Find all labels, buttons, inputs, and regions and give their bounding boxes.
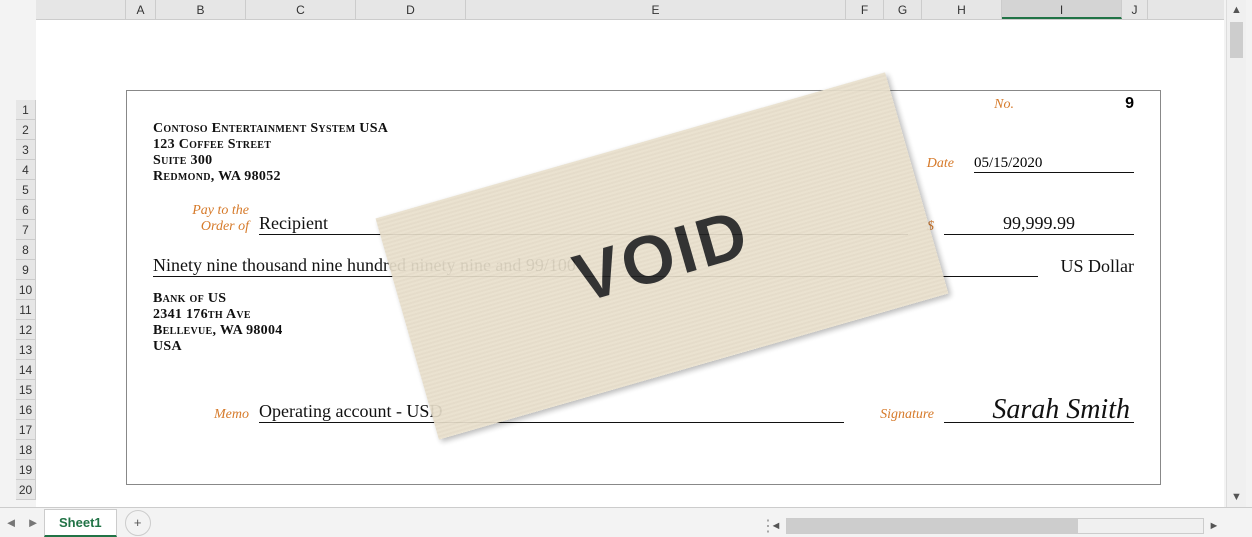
column-headers: ABCDEFGHIJ xyxy=(36,0,1224,20)
row-header-19[interactable]: 19 xyxy=(16,460,36,480)
horizontal-scrollbar[interactable]: ⋮ ◄ ► xyxy=(760,515,1224,537)
row-header-1[interactable]: 1 xyxy=(16,100,36,120)
row-header-10[interactable]: 10 xyxy=(16,280,36,300)
row-header-3[interactable]: 3 xyxy=(16,140,36,160)
row-headers: 1234567891011121314151617181920 xyxy=(16,100,36,500)
row-header-7[interactable]: 7 xyxy=(16,220,36,240)
column-header-E[interactable]: E xyxy=(466,0,846,19)
check-number-block: No. 9 xyxy=(994,95,1134,113)
check-number-value: 9 xyxy=(1054,95,1134,113)
memo-label: Memo xyxy=(153,407,249,423)
row-header-2[interactable]: 2 xyxy=(16,120,36,140)
row-header-11[interactable]: 11 xyxy=(16,300,36,320)
row-header-17[interactable]: 17 xyxy=(16,420,36,440)
signature-label: Signature xyxy=(854,407,934,423)
row-header-13[interactable]: 13 xyxy=(16,340,36,360)
payto-line1: Pay to the xyxy=(192,203,249,218)
pay-to-label: Pay to the Order of xyxy=(153,203,249,235)
column-header-J[interactable]: J xyxy=(1122,0,1148,19)
row-header-8[interactable]: 8 xyxy=(16,240,36,260)
payto-line2: Order of xyxy=(201,219,249,234)
row-header-12[interactable]: 12 xyxy=(16,320,36,340)
signature-value: Sarah Smith xyxy=(992,394,1130,426)
worksheet-area[interactable]: Contoso Entertainment System USA 123 Cof… xyxy=(36,20,1224,507)
currency-label: US Dollar xyxy=(1044,256,1134,277)
row-header-4[interactable]: 4 xyxy=(16,160,36,180)
tab-nav-next-icon[interactable]: ► xyxy=(22,515,44,530)
void-text: VOID xyxy=(566,194,759,318)
column-header-H[interactable]: H xyxy=(922,0,1002,19)
row-header-20[interactable]: 20 xyxy=(16,480,36,500)
column-header-G[interactable]: G xyxy=(884,0,922,19)
vertical-scrollbar[interactable]: ▲ ▼ xyxy=(1226,0,1246,507)
row-header-6[interactable]: 6 xyxy=(16,200,36,220)
column-header-C[interactable]: C xyxy=(246,0,356,19)
row-header-5[interactable]: 5 xyxy=(16,180,36,200)
tab-nav-prev-icon[interactable]: ◄ xyxy=(0,515,22,530)
scroll-up-icon[interactable]: ▲ xyxy=(1227,0,1246,20)
date-block: Date 05/15/2020 xyxy=(927,155,1134,173)
column-header-F[interactable]: F xyxy=(846,0,884,19)
date-label: Date xyxy=(927,156,954,172)
scroll-right-icon[interactable]: ► xyxy=(1204,520,1224,532)
payer-name: Contoso Entertainment System USA xyxy=(153,121,1134,137)
check-number-label: No. xyxy=(994,97,1014,113)
vertical-scroll-thumb[interactable] xyxy=(1230,22,1243,58)
row-header-15[interactable]: 15 xyxy=(16,380,36,400)
amount-value: 99,999.99 xyxy=(944,213,1134,235)
check-document: Contoso Entertainment System USA 123 Cof… xyxy=(126,90,1161,485)
column-header-A[interactable]: A xyxy=(126,0,156,19)
column-header-B[interactable]: B xyxy=(156,0,246,19)
hscroll-track[interactable] xyxy=(786,518,1204,534)
memo-signature-row: Memo Operating account - USD Signature S… xyxy=(153,401,1134,423)
column-header-I[interactable]: I xyxy=(1002,0,1122,19)
signature-line: Sarah Smith xyxy=(944,422,1134,423)
horizontal-scroll-thumb[interactable] xyxy=(787,519,1078,533)
add-sheet-button[interactable]: + xyxy=(125,510,151,536)
row-header-18[interactable]: 18 xyxy=(16,440,36,460)
row-header-14[interactable]: 14 xyxy=(16,360,36,380)
row-header-16[interactable]: 16 xyxy=(16,400,36,420)
date-value: 05/15/2020 xyxy=(974,155,1134,173)
sheet-tab[interactable]: Sheet1 xyxy=(44,509,117,537)
column-header-D[interactable]: D xyxy=(356,0,466,19)
row-header-9[interactable]: 9 xyxy=(16,260,36,280)
scroll-left-icon[interactable]: ◄ xyxy=(766,520,786,532)
scroll-down-icon[interactable]: ▼ xyxy=(1227,487,1246,507)
